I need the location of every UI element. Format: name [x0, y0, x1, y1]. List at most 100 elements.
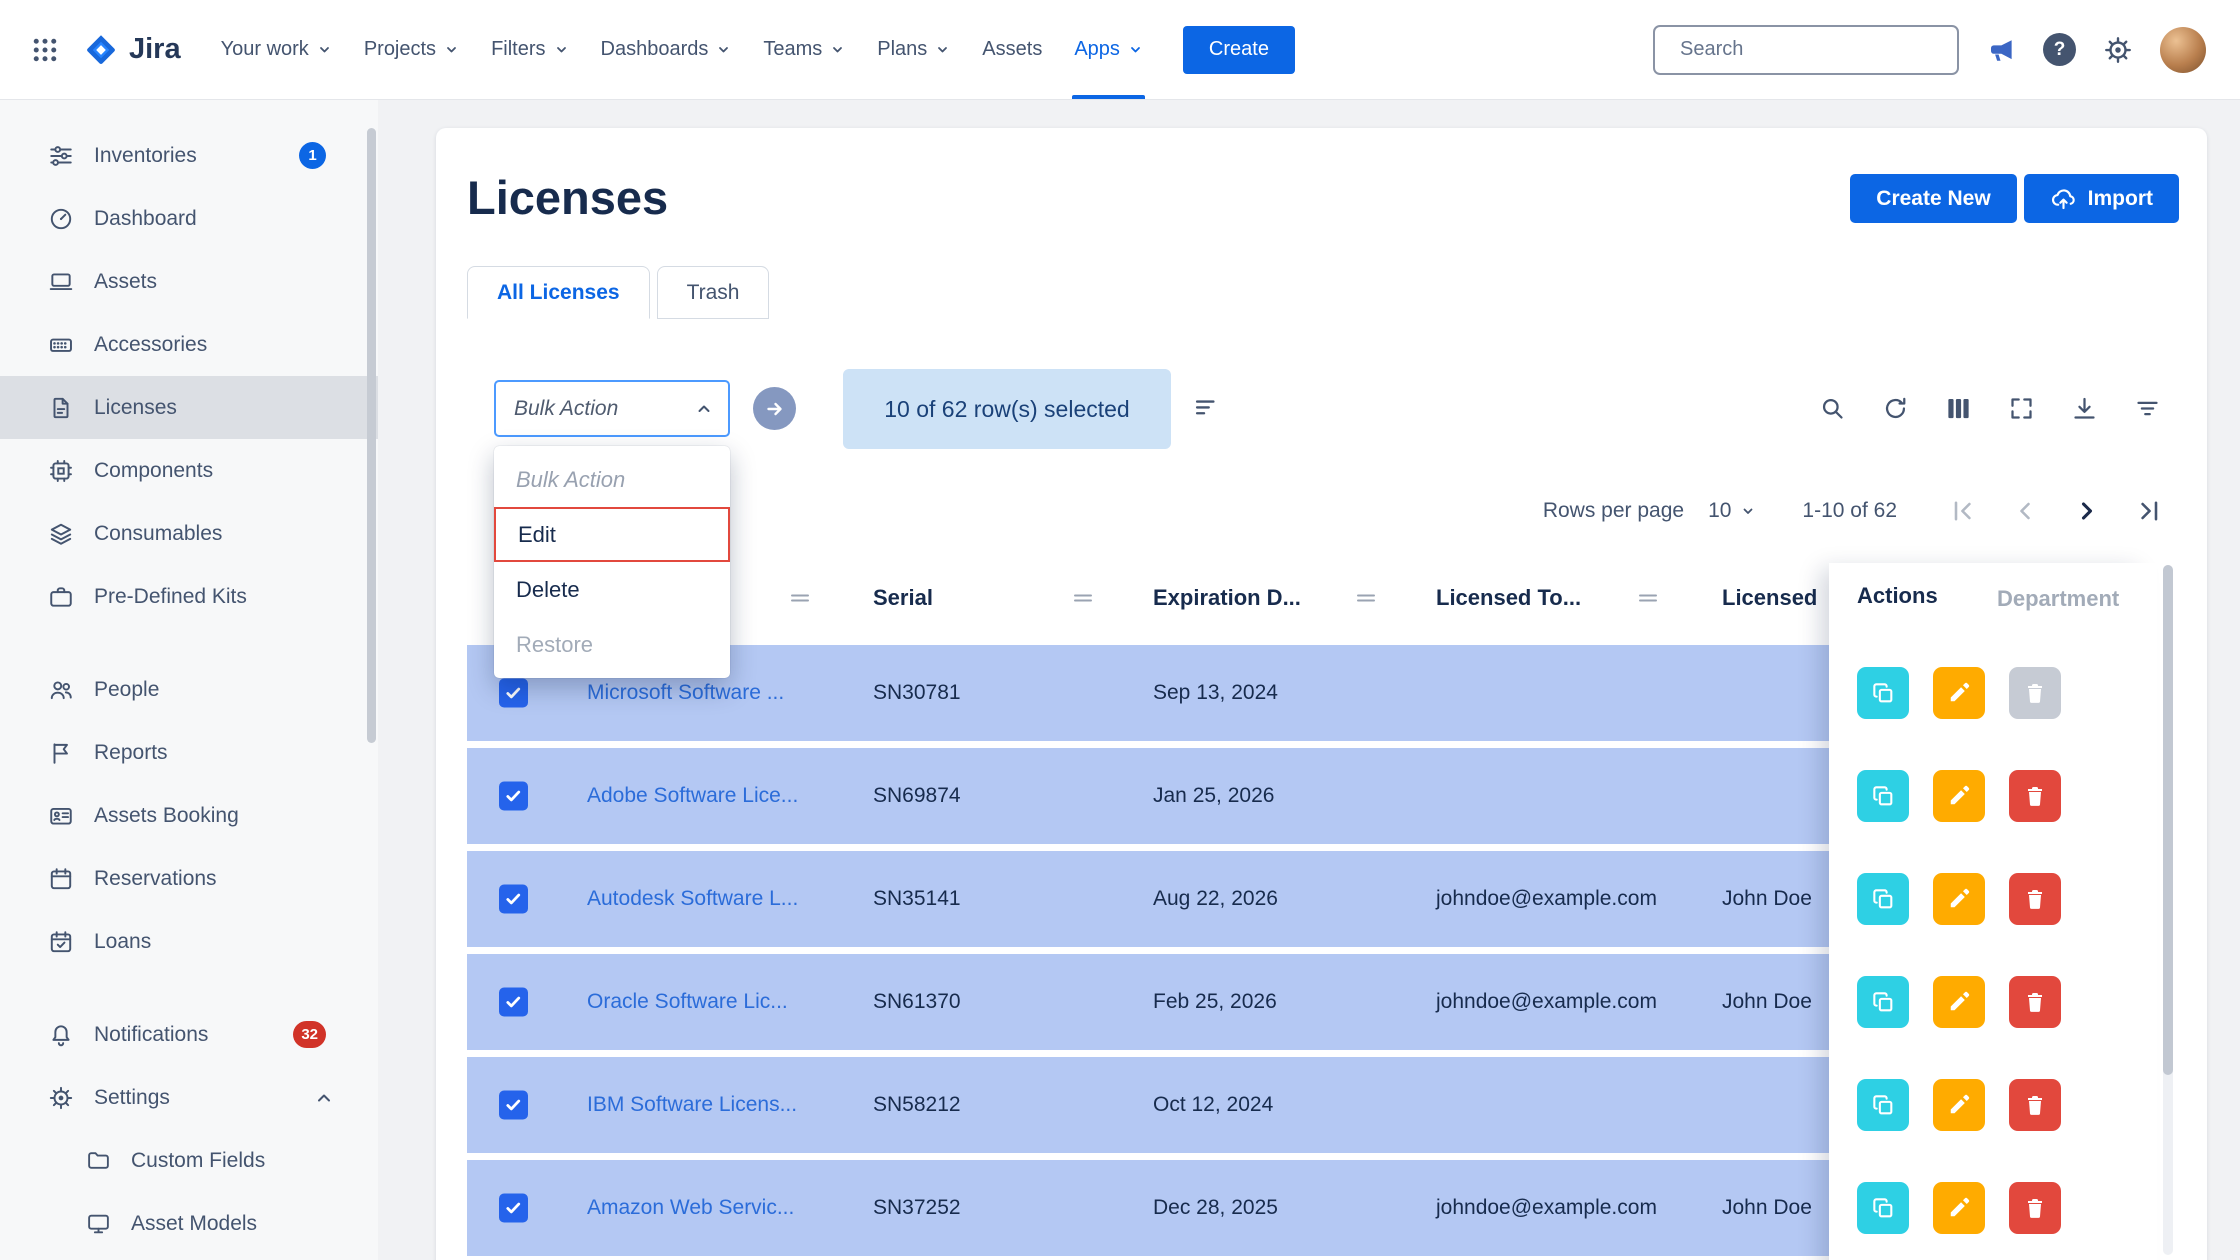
- edit-button[interactable]: [1933, 1079, 1985, 1131]
- license-name-link[interactable]: Amazon Web Servic...: [587, 1196, 794, 1220]
- duplicate-button[interactable]: [1857, 1079, 1909, 1131]
- duplicate-button[interactable]: [1857, 770, 1909, 822]
- table-scrollbar[interactable]: [2163, 565, 2173, 1255]
- sidebar-item-people[interactable]: People: [0, 658, 378, 721]
- nav-your-work[interactable]: Your work: [205, 0, 348, 99]
- menu-item-restore[interactable]: Restore: [494, 617, 730, 672]
- sidebar-item-accessories[interactable]: Accessories: [0, 313, 378, 376]
- next-page-button[interactable]: [2073, 497, 2101, 525]
- create-new-button[interactable]: Create New: [1850, 174, 2016, 223]
- nav-dashboards[interactable]: Dashboards: [585, 0, 748, 99]
- column-drag-icon[interactable]: [789, 591, 811, 605]
- sidebar-item-licenses[interactable]: Licenses: [0, 376, 378, 439]
- duplicate-button[interactable]: [1857, 873, 1909, 925]
- sidebar-item-inventories[interactable]: Inventories 1: [0, 124, 378, 187]
- delete-button[interactable]: [2009, 770, 2061, 822]
- menu-item-delete[interactable]: Delete: [494, 562, 730, 617]
- license-name-link[interactable]: Microsoft Software ...: [587, 681, 784, 705]
- search-input[interactable]: [1680, 38, 1945, 61]
- column-drag-icon[interactable]: [1072, 591, 1094, 605]
- duplicate-button[interactable]: [1857, 667, 1909, 719]
- download-icon[interactable]: [2071, 395, 2098, 422]
- sidebar-item-loans[interactable]: Loans: [0, 910, 378, 973]
- duplicate-button[interactable]: [1857, 1182, 1909, 1234]
- nav-filters[interactable]: Filters: [475, 0, 584, 99]
- serial-cell: SN35141: [873, 887, 961, 911]
- announcements-icon[interactable]: [1986, 35, 2016, 65]
- sidebar-item-dashboard[interactable]: Dashboard: [0, 187, 378, 250]
- edit-button[interactable]: [1933, 667, 1985, 719]
- import-button[interactable]: Import: [2024, 174, 2179, 223]
- nav-apps[interactable]: Apps: [1058, 0, 1159, 99]
- sidebar-item-pre-defined-kits[interactable]: Pre-Defined Kits: [0, 565, 378, 628]
- help-icon[interactable]: ?: [2043, 33, 2076, 66]
- tab-all-licenses[interactable]: All Licenses: [467, 266, 650, 319]
- column-header-licensed[interactable]: Licensed: [1722, 585, 1817, 611]
- create-button[interactable]: Create: [1183, 26, 1295, 74]
- row-checkbox[interactable]: [499, 782, 528, 811]
- menu-item-bulk-action[interactable]: Bulk Action: [494, 452, 730, 507]
- menu-item-edit[interactable]: Edit: [494, 507, 730, 562]
- search-icon[interactable]: [1819, 395, 1846, 422]
- delete-button[interactable]: [2009, 1079, 2061, 1131]
- duplicate-button[interactable]: [1857, 976, 1909, 1028]
- row-checkbox[interactable]: [499, 885, 528, 914]
- edit-button[interactable]: [1933, 873, 1985, 925]
- column-header-expiration[interactable]: Expiration D...: [1153, 585, 1301, 611]
- nav-plans[interactable]: Plans: [861, 0, 966, 99]
- sidebar-item-custom-fields[interactable]: Custom Fields: [0, 1129, 378, 1192]
- license-name-link[interactable]: Oracle Software Lic...: [587, 990, 788, 1014]
- column-header-licensed-to[interactable]: Licensed To...: [1436, 585, 1581, 611]
- sidebar-item-assets[interactable]: Assets: [0, 250, 378, 313]
- app-switcher-icon[interactable]: [30, 35, 60, 65]
- nav-assets[interactable]: Assets: [966, 0, 1058, 99]
- edit-button[interactable]: [1933, 976, 1985, 1028]
- global-search[interactable]: [1653, 25, 1959, 75]
- user-avatar[interactable]: [2160, 27, 2206, 73]
- sidebar-item-assets-booking[interactable]: Assets Booking: [0, 784, 378, 847]
- table-scrollbar-thumb[interactable]: [2163, 565, 2173, 1075]
- sidebar-item-reports[interactable]: Reports: [0, 721, 378, 784]
- refresh-icon[interactable]: [1882, 395, 1909, 422]
- first-page-button[interactable]: [1949, 497, 1977, 525]
- previous-page-button[interactable]: [2011, 497, 2039, 525]
- columns-icon[interactable]: [1945, 395, 1972, 422]
- edit-button[interactable]: [1933, 770, 1985, 822]
- sidebar-item-consumables[interactable]: Consumables: [0, 502, 378, 565]
- nav-projects[interactable]: Projects: [348, 0, 475, 99]
- bulk-action-select[interactable]: Bulk Action: [494, 380, 730, 437]
- delete-button[interactable]: [2009, 873, 2061, 925]
- row-checkbox[interactable]: [499, 679, 528, 708]
- sidebar-item-components[interactable]: Components: [0, 439, 378, 502]
- sidebar-item-asset-models[interactable]: Asset Models: [0, 1192, 378, 1255]
- license-name-link[interactable]: Autodesk Software L...: [587, 887, 798, 911]
- edit-button[interactable]: [1933, 1182, 1985, 1234]
- row-checkbox[interactable]: [499, 1194, 528, 1223]
- sidebar-item-reservations[interactable]: Reservations: [0, 847, 378, 910]
- tab-trash[interactable]: Trash: [657, 266, 770, 319]
- brand-name: Jira: [129, 33, 181, 66]
- sidebar-item-settings[interactable]: Settings: [0, 1066, 378, 1129]
- column-drag-icon[interactable]: [1637, 591, 1659, 605]
- table-row: Adobe Software Lice... SN69874 Jan 25, 2…: [467, 748, 1829, 844]
- sort-lines-icon[interactable]: [1193, 394, 1221, 422]
- rows-per-page-select[interactable]: 10: [1708, 499, 1756, 523]
- delete-button[interactable]: [2009, 667, 2061, 719]
- row-checkbox[interactable]: [499, 988, 528, 1017]
- filter-icon[interactable]: [2134, 395, 2161, 422]
- column-header-serial[interactable]: Serial: [873, 585, 933, 611]
- fullscreen-icon[interactable]: [2008, 395, 2035, 422]
- jira-logo[interactable]: Jira: [84, 33, 181, 67]
- sidebar-scrollbar[interactable]: [367, 128, 376, 743]
- apply-bulk-action-button[interactable]: [753, 387, 796, 430]
- settings-gear-icon[interactable]: [2103, 35, 2133, 65]
- license-name-link[interactable]: IBM Software Licens...: [587, 1093, 797, 1117]
- sidebar-item-notifications[interactable]: Notifications 32: [0, 1003, 378, 1066]
- delete-button[interactable]: [2009, 1182, 2061, 1234]
- license-name-link[interactable]: Adobe Software Lice...: [587, 784, 798, 808]
- row-checkbox[interactable]: [499, 1091, 528, 1120]
- delete-button[interactable]: [2009, 976, 2061, 1028]
- column-drag-icon[interactable]: [1355, 591, 1377, 605]
- last-page-button[interactable]: [2135, 497, 2163, 525]
- nav-teams[interactable]: Teams: [747, 0, 861, 99]
